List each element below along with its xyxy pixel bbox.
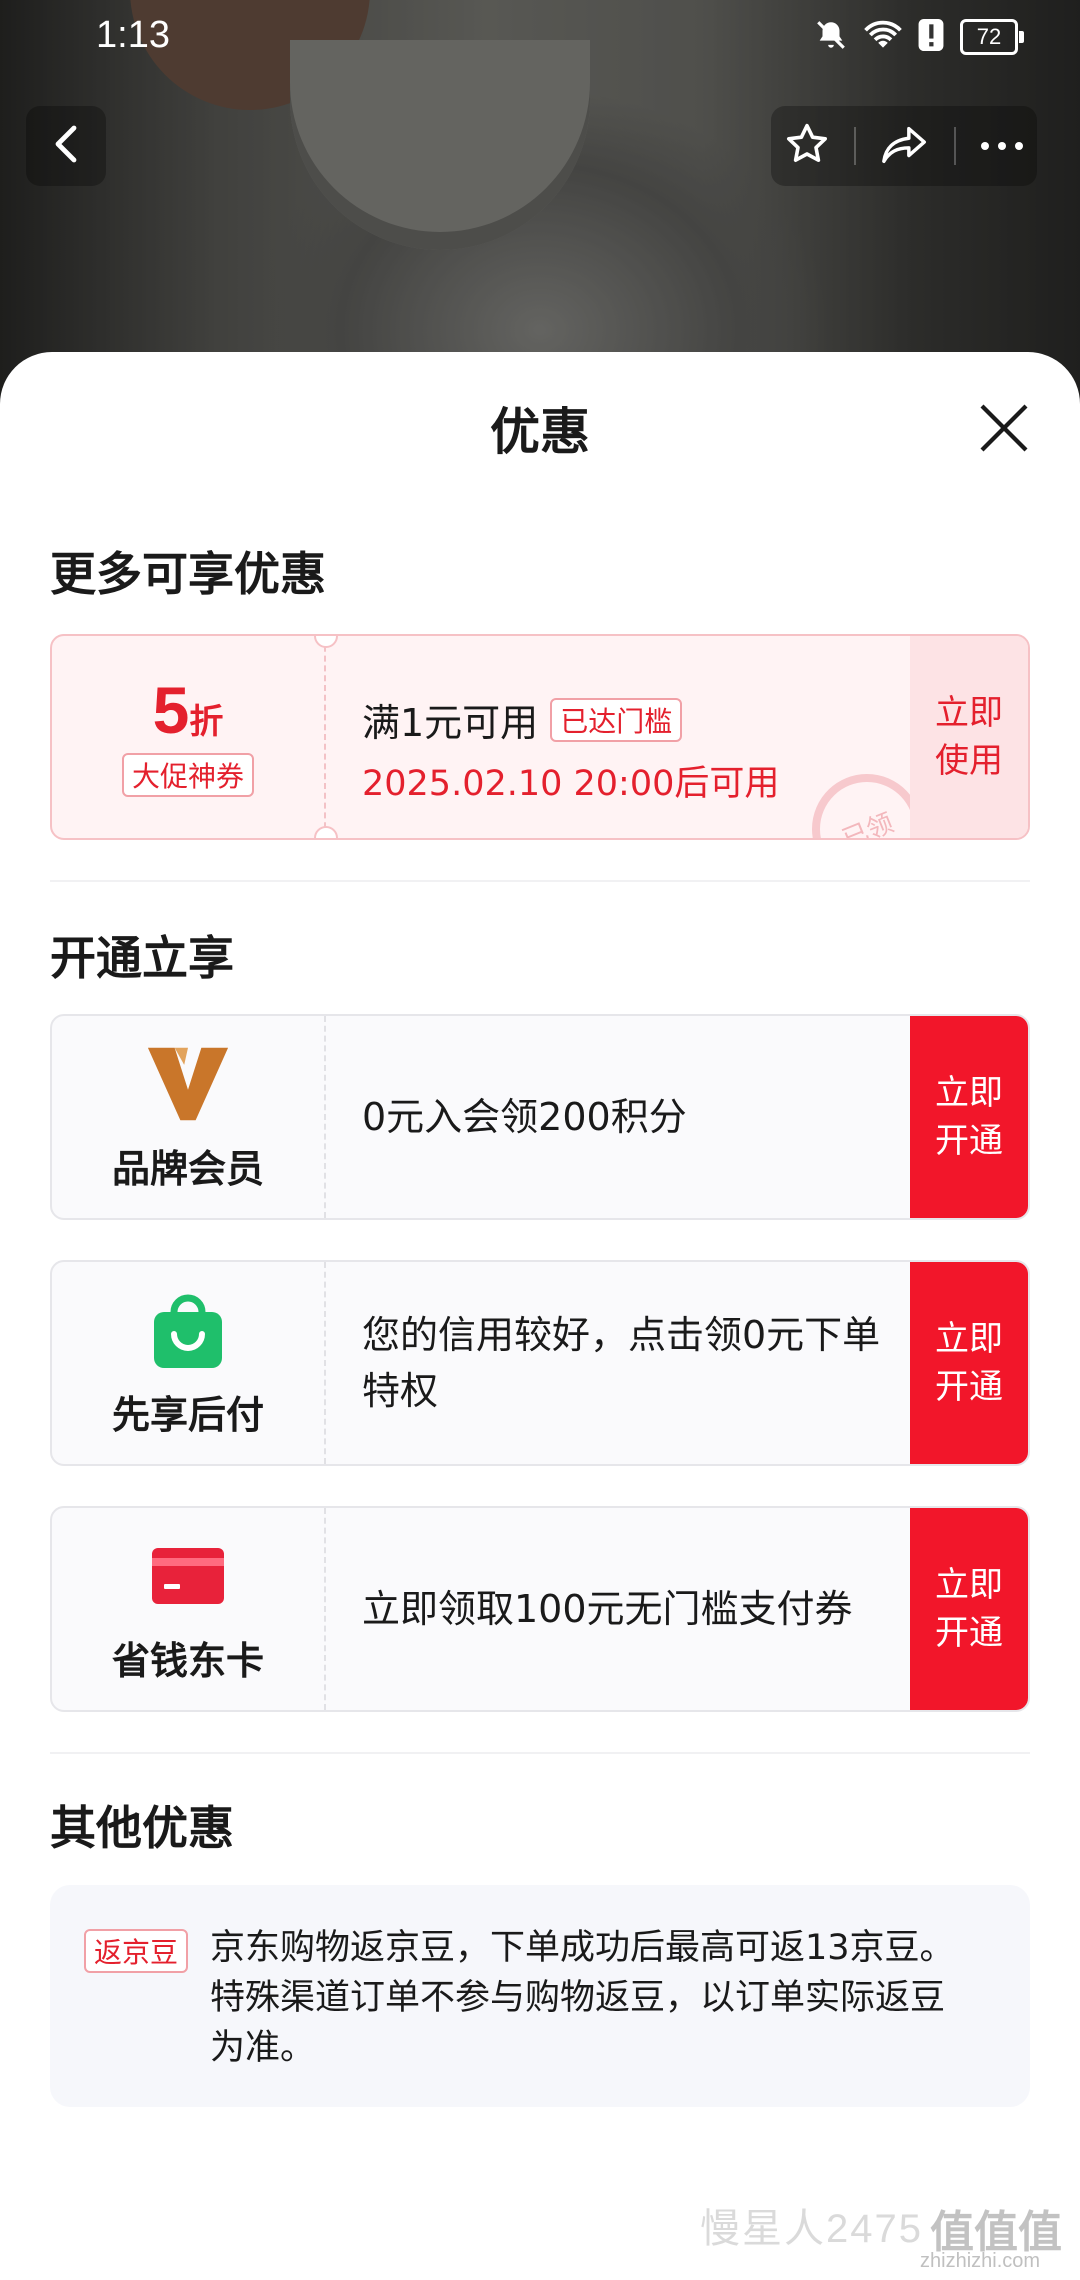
- discount-sheet: 优惠 更多可享优惠 5折 大促神券 满1元可用 已达门槛 2025.02.10 …: [0, 352, 1080, 2280]
- other-benefit-box: 返京豆 京东购物返京豆，下单成功后最高可返13京豆。特殊渠道订单不参与购物返豆，…: [50, 1885, 1030, 2107]
- offer-name: 先享后付: [111, 1392, 264, 1437]
- coupon-type-tag: 大促神券: [121, 753, 254, 797]
- shopping-bag-icon: [146, 1288, 230, 1372]
- offer-description: 您的信用较好，点击领0元下单特权: [362, 1313, 881, 1413]
- share-icon[interactable]: [880, 122, 930, 170]
- sheet-title: 优惠: [490, 403, 590, 461]
- close-icon: [976, 404, 1032, 460]
- offer-divider: [324, 1016, 326, 1218]
- offer-left: 省钱东卡: [52, 1508, 324, 1710]
- status-bar: 1:13 72: [0, 0, 1080, 74]
- offer-text: 0元入会领200积分: [362, 1016, 882, 1218]
- coupon-discount-value: 5: [152, 673, 190, 747]
- coupon-discount-block: 5折 大促神券: [52, 636, 324, 838]
- section-divider: [50, 1752, 1030, 1754]
- coupon-condition: 满1元可用: [362, 701, 539, 745]
- coupon-discount-unit: 折: [189, 702, 224, 742]
- offer-divider: [324, 1508, 326, 1710]
- offer-name: 省钱东卡: [111, 1638, 264, 1683]
- top-action-group: [771, 106, 1037, 186]
- more-dots-icon[interactable]: [979, 137, 1025, 156]
- back-button[interactable]: [26, 106, 106, 186]
- section-divider: [50, 880, 1030, 882]
- battery-indicator: 72: [960, 19, 1024, 55]
- chevron-left-icon: [51, 124, 81, 168]
- coupon-valid-date: 2025.02.10 20:00后可用: [362, 764, 780, 804]
- offer-divider: [324, 1262, 326, 1464]
- brand-member-icon: [146, 1042, 230, 1126]
- favorite-star-icon[interactable]: [783, 120, 831, 172]
- coupon-notch: [314, 826, 338, 838]
- status-icons: 72: [814, 18, 1024, 56]
- section-title-other: 其他优惠: [50, 1801, 234, 1855]
- nav-separator: [854, 127, 857, 165]
- offer-text: 立即领取100元无门槛支付券: [362, 1508, 882, 1710]
- coupon-threshold-badge: 已达门槛: [550, 697, 683, 742]
- coupon-condition-row: 满1元可用 已达门槛: [362, 692, 779, 747]
- offer-left: 先享后付: [52, 1262, 324, 1464]
- wifi-icon: [864, 19, 902, 55]
- watermark-site: zhizhizhi.com: [920, 2250, 1041, 2272]
- coupon-divider: [324, 636, 326, 838]
- offer-row-pay-later[interactable]: 先享后付 您的信用较好，点击领0元下单特权 立即 开通: [50, 1260, 1030, 1466]
- open-now-button[interactable]: 立即 开通: [910, 1016, 1028, 1218]
- offer-left: 品牌会员: [52, 1016, 324, 1218]
- coupon-discount: 5折: [153, 677, 224, 743]
- nav-separator: [953, 127, 956, 165]
- offer-text: 您的信用较好，点击领0元下单特权: [362, 1262, 882, 1464]
- alert-icon: [918, 19, 944, 55]
- open-now-button[interactable]: 立即 开通: [910, 1262, 1028, 1464]
- coupon-info: 满1元可用 已达门槛 2025.02.10 20:00后可用: [362, 692, 779, 806]
- section-title-open: 开通立享: [50, 931, 234, 985]
- offer-row-jd-card[interactable]: 省钱东卡 立即领取100元无门槛支付券 立即 开通: [50, 1506, 1030, 1712]
- coupon-card[interactable]: 5折 大促神券 满1元可用 已达门槛 2025.02.10 20:00后可用 已…: [50, 634, 1030, 840]
- jd-bean-tag: 返京豆: [84, 1929, 189, 1973]
- status-time: 1:13: [96, 14, 170, 56]
- offer-row-brand-member[interactable]: 品牌会员 0元入会领200积分 立即 开通: [50, 1014, 1030, 1220]
- offer-description: 0元入会领200积分: [362, 1095, 687, 1139]
- card-icon: [146, 1534, 230, 1618]
- offer-description: 立即领取100元无门槛支付券: [362, 1587, 853, 1631]
- use-now-button[interactable]: 立即 使用: [910, 636, 1028, 838]
- watermark-text: 慢星人2475: [700, 2207, 923, 2251]
- jd-bean-description: 京东购物返京豆，下单成功后最高可返13京豆。特殊渠道订单不参与购物返豆，以订单实…: [210, 1928, 955, 2068]
- close-button[interactable]: [976, 400, 1032, 456]
- open-now-button[interactable]: 立即 开通: [910, 1508, 1028, 1710]
- bell-muted-icon: [814, 18, 848, 56]
- section-title-more: 更多可享优惠: [50, 547, 326, 601]
- offer-name: 品牌会员: [111, 1146, 264, 1191]
